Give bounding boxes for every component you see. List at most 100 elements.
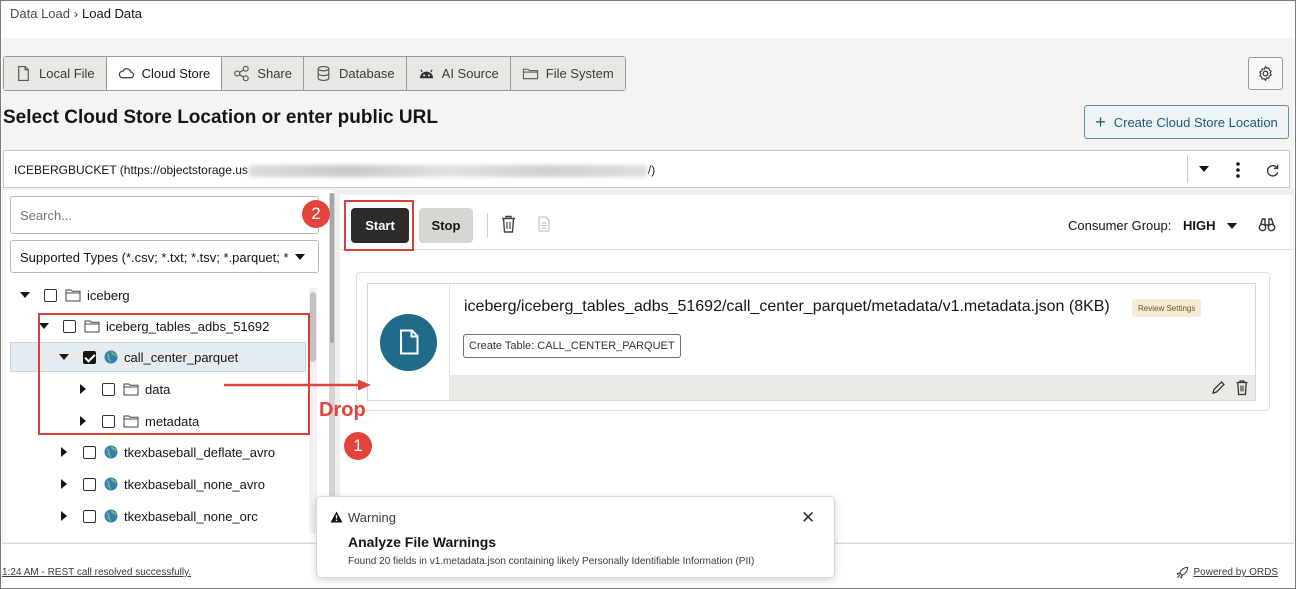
refresh-icon xyxy=(1266,164,1278,177)
tree-label: tkexbaseball_none_avro xyxy=(124,476,265,492)
create-table-chip[interactable]: Create Table: CALL_CENTER_PARQUET xyxy=(463,334,681,358)
pencil-icon xyxy=(1212,381,1225,394)
tree-scrollbar[interactable] xyxy=(309,288,317,533)
consumer-group-select[interactable]: HIGH xyxy=(1183,218,1216,233)
caret-right-icon xyxy=(61,479,67,489)
powered-by-link[interactable]: Powered by ORDS xyxy=(1176,566,1278,579)
tab-database[interactable]: Database xyxy=(304,57,407,90)
review-settings-badge[interactable]: Review Settings xyxy=(1132,299,1202,317)
report-button[interactable] xyxy=(537,216,551,235)
breadcrumb-data-load[interactable]: Data Load xyxy=(10,6,70,21)
cloud-icon xyxy=(118,68,134,79)
refresh-button[interactable] xyxy=(1260,156,1284,184)
tree-item-tkexbaseball-none-orc[interactable]: tkexbaseball_none_orc xyxy=(57,501,258,531)
splitter-grip[interactable] xyxy=(330,193,334,343)
drop-label: Drop xyxy=(319,399,366,421)
tab-share[interactable]: Share xyxy=(222,57,304,90)
cloud-location-select[interactable]: ICEBERGBUCKET (https://objectstorage.us /… xyxy=(3,150,1290,188)
plus-icon: + xyxy=(1095,112,1106,132)
step-2-marker: 2 xyxy=(302,200,330,228)
tree-label: tkexbaseball_none_orc xyxy=(124,508,258,524)
expand-toggle[interactable] xyxy=(57,447,71,457)
globe-icon xyxy=(104,509,118,523)
tree-label: iceberg xyxy=(87,287,130,303)
caret-down-icon xyxy=(20,292,30,298)
warning-toast: Warning ✕ Analyze File Warnings Found 20… xyxy=(316,496,835,578)
supported-types-value: Supported Types (*.csv; *.txt; *.tsv; *.… xyxy=(20,250,289,265)
tree-label: tkexbaseball_deflate_avro xyxy=(124,444,276,460)
tree-item-tkexbaseball-none-avro[interactable]: tkexbaseball_none_avro xyxy=(57,469,265,499)
drag-arrow xyxy=(224,379,371,391)
close-icon[interactable]: ✕ xyxy=(801,509,815,526)
search-jobs-button[interactable] xyxy=(1258,217,1276,236)
supported-types-select[interactable]: Supported Types (*.csv; *.txt; *.tsv; *.… xyxy=(10,240,319,273)
redacted-url xyxy=(248,164,647,177)
kebab-menu-icon xyxy=(1236,162,1240,178)
status-message[interactable]: 1:24 AM - REST call resolved successfull… xyxy=(2,567,191,578)
tab-label: File System xyxy=(545,66,614,81)
caret-right-icon xyxy=(61,447,67,457)
location-text: ICEBERGBUCKET (https://objectstorage.us /… xyxy=(14,163,655,177)
chevron-down-icon xyxy=(295,254,305,260)
step-1-marker: 1 xyxy=(344,432,372,460)
trash-icon xyxy=(502,215,515,233)
tab-label: AI Source xyxy=(441,66,499,81)
location-dropdown-toggle[interactable] xyxy=(1187,155,1220,183)
load-file-card: iceberg/iceberg_tables_adbs_51692/call_c… xyxy=(367,283,1256,401)
create-button-label: Create Cloud Store Location xyxy=(1113,114,1278,130)
file-icon xyxy=(18,66,29,81)
tree-item-iceberg[interactable]: iceberg xyxy=(18,280,130,310)
remove-all-button[interactable] xyxy=(500,214,517,237)
folder-icon xyxy=(65,289,81,302)
page-title: Select Cloud Store Location or enter pub… xyxy=(3,107,438,128)
binoculars-icon xyxy=(1258,218,1276,232)
tree-item-tkexbaseball-deflate-avro[interactable]: tkexbaseball_deflate_avro xyxy=(57,437,275,467)
chevron-down-icon[interactable] xyxy=(1227,223,1237,229)
tab-label: Local File xyxy=(39,66,95,81)
scrollbar-thumb[interactable] xyxy=(310,292,316,362)
warning-icon xyxy=(330,511,343,523)
expand-toggle[interactable] xyxy=(57,511,71,521)
expand-toggle[interactable] xyxy=(57,479,71,489)
tab-cloud-store[interactable]: Cloud Store xyxy=(106,57,223,90)
search-input[interactable] xyxy=(10,196,319,234)
tree-checkbox[interactable] xyxy=(83,445,96,459)
file-badge xyxy=(380,313,437,371)
toast-title: Analyze File Warnings xyxy=(348,534,497,550)
expand-toggle[interactable] xyxy=(18,292,32,298)
share-icon xyxy=(234,65,250,82)
file-card-footer xyxy=(450,375,1255,400)
powered-by-text: Powered by ORDS xyxy=(1193,567,1278,578)
gear-icon xyxy=(1259,65,1272,82)
tab-label: Share xyxy=(257,66,292,81)
caret-right-icon xyxy=(61,511,67,521)
delete-button[interactable] xyxy=(1235,379,1249,399)
location-more-button[interactable] xyxy=(1228,156,1248,184)
breadcrumb-current: Load Data xyxy=(82,6,142,21)
toast-type: Warning xyxy=(348,510,396,525)
ai-icon xyxy=(419,69,433,79)
globe-icon xyxy=(104,477,118,491)
stop-button[interactable]: Stop xyxy=(419,208,473,243)
document-icon xyxy=(538,216,550,232)
tab-local-file[interactable]: Local File xyxy=(4,57,107,90)
file-card-icon-area xyxy=(368,284,450,400)
settings-button[interactable] xyxy=(1248,57,1283,90)
tab-ai-source[interactable]: AI Source xyxy=(406,57,511,90)
location-prefix: ICEBERGBUCKET (https://objectstorage.us xyxy=(14,163,248,177)
tab-label: Cloud Store xyxy=(141,66,211,81)
panel-splitter[interactable] xyxy=(329,193,335,533)
tab-label: Database xyxy=(339,66,395,81)
highlight-start-button xyxy=(344,200,414,251)
tree-checkbox[interactable] xyxy=(83,477,96,491)
folder-icon xyxy=(522,68,538,80)
create-cloud-store-location-button[interactable]: + Create Cloud Store Location xyxy=(1084,105,1289,139)
source-tabs: Local File Cloud Store Share Database AI… xyxy=(3,56,626,91)
tree-checkbox[interactable] xyxy=(44,288,57,302)
edit-button[interactable] xyxy=(1211,380,1226,398)
trash-icon xyxy=(1236,380,1248,396)
tree-checkbox[interactable] xyxy=(83,509,96,523)
highlight-dragged-folders xyxy=(38,313,310,435)
tab-file-system[interactable]: File System xyxy=(510,57,625,90)
toolbar-divider xyxy=(340,249,1293,250)
